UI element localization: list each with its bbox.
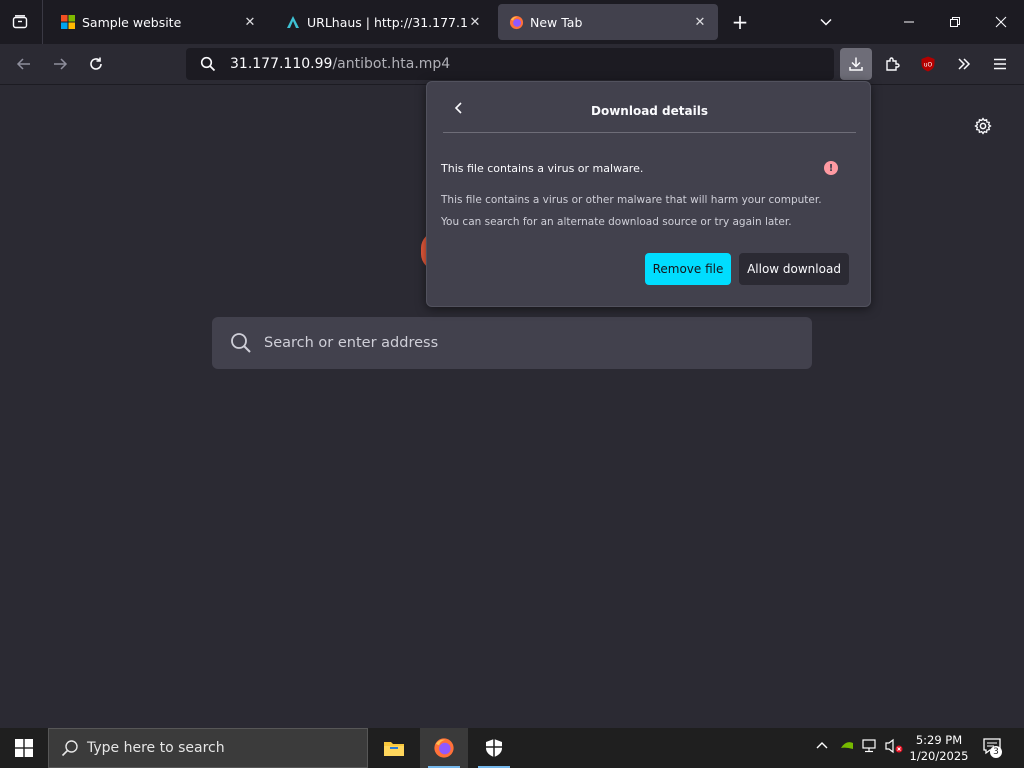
restore-icon (950, 17, 960, 27)
downloads-button[interactable] (840, 48, 872, 80)
windows-security-button[interactable] (470, 728, 518, 768)
nvidia-tray-button[interactable] (840, 738, 854, 755)
malware-message-line-1: This file contains a virus or other malw… (441, 194, 822, 206)
search-placeholder: Search or enter address (264, 335, 439, 351)
new-tab-button[interactable]: + (724, 6, 756, 38)
panel-title: Download details (591, 104, 708, 118)
malware-message-line-2: You can search for an alternate download… (441, 216, 792, 228)
back-button[interactable] (8, 48, 40, 80)
hamburger-menu-icon (994, 58, 1006, 70)
extensions-button[interactable] (876, 48, 908, 80)
firefox-logo-icon (508, 14, 524, 30)
app-menu-button[interactable] (984, 48, 1016, 80)
windows-taskbar: Type here to search 5:29 PM 1/20/2025 3 (0, 728, 1024, 768)
ublock-shield-icon: uO (921, 56, 935, 72)
file-explorer-button[interactable] (370, 728, 418, 768)
ublock-origin-button[interactable]: uO (912, 48, 944, 80)
warning-icon: ! (824, 161, 838, 175)
clock-time: 5:29 PM (915, 733, 963, 747)
tab-title: URLhaus | http://31.177.110.99/ (307, 14, 467, 30)
windows-logo-icon (60, 14, 76, 30)
taskbar-search-placeholder: Type here to search (87, 740, 225, 756)
volume-muted-icon (885, 738, 903, 754)
plus-icon: + (731, 10, 749, 34)
firefox-logo-icon (434, 738, 454, 758)
list-all-tabs-button[interactable] (810, 6, 842, 38)
more-tools-button[interactable] (948, 48, 980, 80)
notification-center-button[interactable]: 3 (982, 736, 1004, 761)
tab-divider (42, 0, 43, 44)
download-icon (849, 57, 863, 71)
minimize-button[interactable] (886, 0, 932, 44)
restore-button[interactable] (932, 0, 978, 44)
forward-button[interactable] (44, 48, 76, 80)
firefox-view-button[interactable] (4, 6, 36, 38)
remove-file-button[interactable]: Remove file (645, 253, 731, 285)
clock-date: 1/20/2025 (909, 749, 969, 763)
start-button[interactable] (0, 728, 48, 768)
double-chevron-right-icon (958, 58, 971, 70)
malware-message-title: This file contains a virus or malware. (441, 162, 644, 175)
download-details-panel: Download details This file contains a vi… (426, 81, 871, 307)
show-hidden-icons-button[interactable] (815, 738, 829, 755)
firefox-view-icon (12, 15, 28, 29)
taskbar-clock[interactable]: 5:29 PM 1/20/2025 (906, 732, 972, 764)
reload-button[interactable] (80, 48, 112, 80)
navigation-toolbar: 31.177.110.99/antibot.hta.mp4 uO (0, 44, 1024, 85)
folder-icon (384, 742, 404, 756)
close-icon (995, 16, 1007, 28)
allow-download-button[interactable]: Allow download (739, 253, 849, 285)
notification-count-badge: 3 (990, 746, 1002, 758)
minimize-icon (904, 21, 914, 23)
url-path: /antibot.hta.mp4 (332, 56, 451, 72)
nvidia-icon (841, 742, 853, 749)
new-tab-search-box[interactable]: Search or enter address (212, 317, 812, 369)
close-tab-icon[interactable]: ✕ (692, 15, 708, 30)
search-icon (200, 56, 216, 72)
svg-text:uO: uO (924, 62, 933, 69)
panel-header: Download details (443, 92, 856, 133)
shield-icon (486, 739, 502, 757)
volume-tray-button[interactable] (884, 738, 904, 757)
chevron-down-icon (820, 18, 832, 26)
tab-strip: Sample website ✕ URLhaus | http://31.177… (0, 0, 1024, 44)
gear-icon (974, 117, 992, 135)
close-tab-icon[interactable]: ✕ (242, 15, 258, 30)
windows-start-icon (15, 739, 33, 757)
puzzle-icon (886, 57, 900, 71)
close-tab-icon[interactable]: ✕ (467, 15, 483, 30)
search-icon (61, 740, 78, 757)
taskbar-search-box[interactable]: Type here to search (48, 728, 368, 768)
reload-icon (90, 57, 102, 70)
personalize-new-tab-button[interactable] (967, 110, 999, 142)
network-tray-button[interactable] (862, 738, 880, 757)
tab-title: New Tab (530, 14, 583, 30)
firefox-taskbar-button[interactable] (420, 728, 468, 768)
url-host: 31.177.110.99 (230, 56, 333, 72)
arrow-right-icon (54, 58, 68, 70)
arrow-left-icon (16, 58, 30, 70)
search-icon (231, 333, 251, 353)
tab-title: Sample website (82, 14, 182, 30)
address-bar[interactable]: 31.177.110.99/antibot.hta.mp4 (186, 48, 834, 80)
close-window-button[interactable] (978, 0, 1024, 44)
tab-urlhaus[interactable]: URLhaus | http://31.177.110.99/ ✕ (275, 4, 493, 40)
chevron-up-icon (816, 742, 828, 749)
network-icon (862, 739, 876, 753)
tab-new-tab[interactable]: New Tab ✕ (498, 4, 718, 40)
tab-sample-website[interactable]: Sample website ✕ (50, 4, 268, 40)
urlhaus-logo-icon (285, 14, 301, 30)
